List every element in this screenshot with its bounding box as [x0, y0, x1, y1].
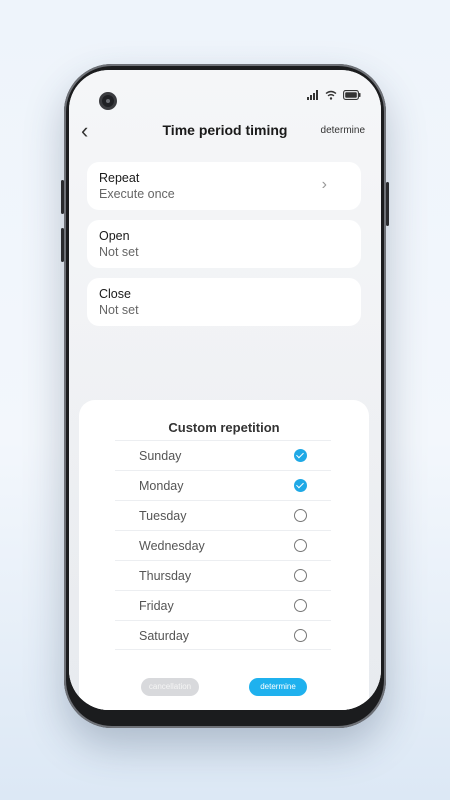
unchecked-circle-icon[interactable] [294, 599, 307, 612]
unchecked-circle-icon[interactable] [294, 539, 307, 552]
day-list: Sunday Monday Tuesday Wednesday Thursday… [115, 440, 331, 650]
repeat-setting-card[interactable]: Repeat Execute once › [87, 162, 361, 210]
chevron-right-icon: › [321, 176, 327, 193]
battery-icon [343, 90, 361, 100]
day-row-sunday[interactable]: Sunday [115, 440, 331, 470]
app-screen: ‹ Time period timing determine Repeat Ex… [69, 70, 381, 710]
day-label: Sunday [139, 449, 182, 463]
status-bar-icons [307, 90, 361, 100]
determine-header-button[interactable]: determine [321, 125, 365, 136]
phone-side-button-left-1 [61, 180, 64, 214]
wifi-icon [325, 90, 337, 100]
repeat-value: Execute once [99, 187, 175, 201]
day-label: Wednesday [139, 539, 205, 553]
determine-button[interactable]: determine [249, 678, 307, 696]
checked-circle-icon[interactable] [294, 479, 307, 492]
day-row-monday[interactable]: Monday [115, 470, 331, 500]
open-value: Not set [99, 245, 139, 259]
custom-repetition-sheet: Custom repetition Sunday Monday Tuesday … [79, 400, 369, 710]
day-label: Monday [139, 479, 184, 493]
sheet-title: Custom repetition [168, 420, 280, 435]
unchecked-circle-icon[interactable] [294, 629, 307, 642]
close-value: Not set [99, 303, 139, 317]
phone-side-button-right [386, 182, 389, 226]
front-camera [99, 92, 117, 110]
unchecked-circle-icon[interactable] [294, 569, 307, 582]
phone-side-button-left-2 [61, 228, 64, 262]
cancellation-button[interactable]: cancellation [141, 678, 199, 696]
day-row-thursday[interactable]: Thursday [115, 560, 331, 590]
day-label: Friday [139, 599, 174, 613]
repeat-title: Repeat [99, 171, 140, 185]
day-label: Thursday [139, 569, 192, 583]
open-title: Open [99, 229, 130, 243]
open-setting-card[interactable]: Open Not set [87, 220, 361, 268]
day-row-wednesday[interactable]: Wednesday [115, 530, 331, 560]
day-row-friday[interactable]: Friday [115, 590, 331, 620]
day-label: Tuesday [139, 509, 187, 523]
close-title: Close [99, 287, 131, 301]
close-setting-card[interactable]: Close Not set [87, 278, 361, 326]
navigation-bar: ‹ Time period timing determine [69, 118, 381, 146]
checked-circle-icon[interactable] [294, 449, 307, 462]
signal-icon [307, 90, 318, 100]
day-label: Saturday [139, 629, 190, 643]
day-row-tuesday[interactable]: Tuesday [115, 500, 331, 530]
unchecked-circle-icon[interactable] [294, 509, 307, 522]
day-row-saturday[interactable]: Saturday [115, 620, 331, 650]
